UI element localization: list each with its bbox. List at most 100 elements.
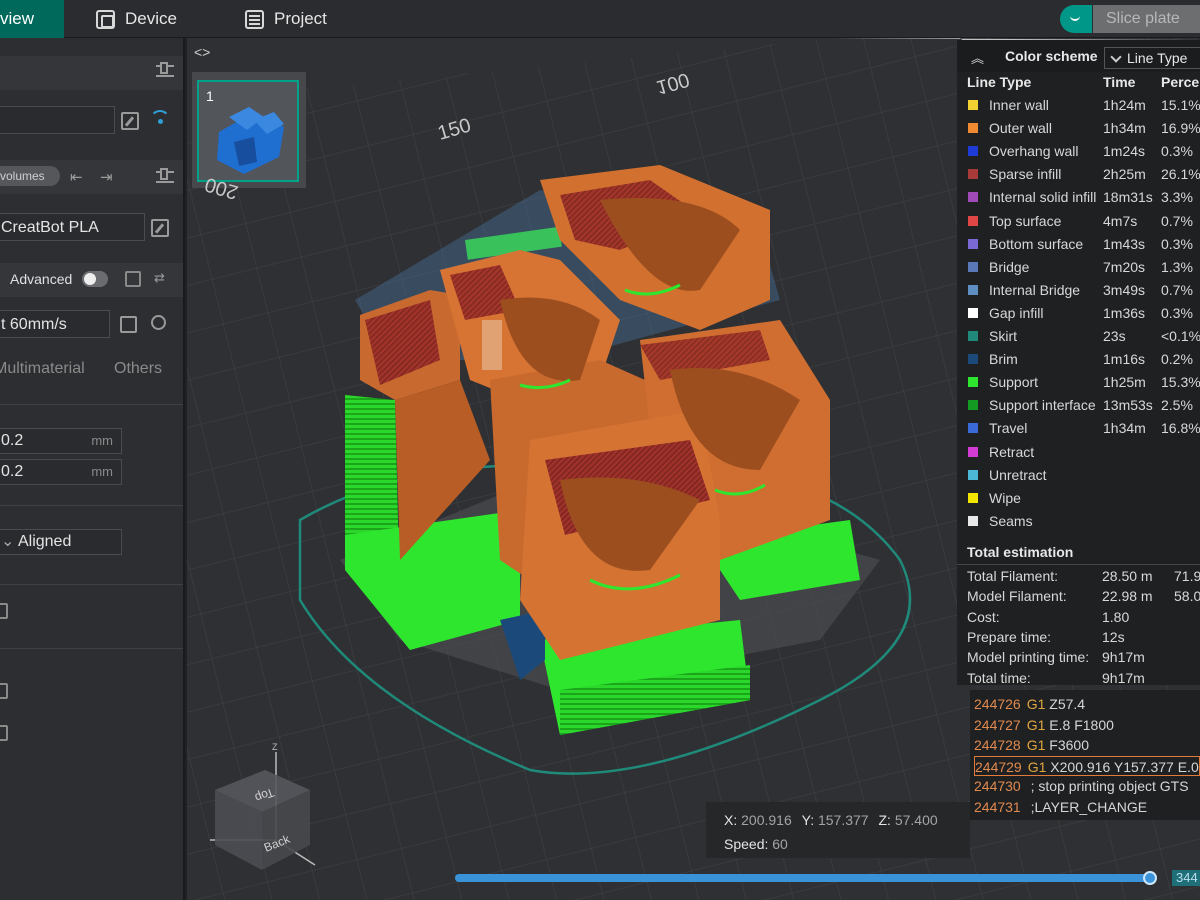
legend-row[interactable]: Unretract <box>957 464 1200 487</box>
split-left-icon[interactable]: ⇤ <box>70 168 83 186</box>
process-preset-select[interactable]: t 60mm/s <box>0 310 110 338</box>
legend-line-type: Support <box>989 374 1039 391</box>
gcode-line-current[interactable]: 244729 G1 X200.916 Y157.377 E.0 <box>974 755 1200 776</box>
estimation-value: 22.98 m <box>1102 588 1153 605</box>
legend-row[interactable]: Inner wall 1h24m 15.1% <box>957 94 1200 117</box>
tab-multimaterial[interactable]: Multimaterial <box>0 360 85 378</box>
legend-line-type: Internal Bridge <box>989 281 1081 298</box>
move-slider-handle[interactable] <box>1142 871 1157 885</box>
seam-position-value: Aligned <box>17 533 72 550</box>
col-time: Time <box>1103 74 1136 90</box>
legend-row[interactable]: Retract <box>957 441 1200 464</box>
advanced-toggle[interactable] <box>82 271 108 287</box>
legend-row[interactable]: Wipe <box>957 487 1200 510</box>
legend-row[interactable]: Travel 1h34m 16.8% <box>957 417 1200 440</box>
estimation-value: 9h17m <box>1102 649 1145 666</box>
edit-filament-icon[interactable] <box>151 219 169 237</box>
gcode-command: G1 <box>1026 696 1046 712</box>
legend-swatch <box>968 261 978 272</box>
legend-row[interactable]: Bridge 7m20s 1.3% <box>957 256 1200 279</box>
tab-others[interactable]: Others <box>114 360 162 378</box>
layer-height-input[interactable]: 0.2 mm <box>0 428 122 454</box>
gcode-params: F3600 <box>1045 737 1089 753</box>
save-icon[interactable] <box>120 316 137 333</box>
legend-row[interactable]: Internal solid infill 18m31s 3.3% <box>957 186 1200 209</box>
legend-row[interactable]: Sparse infill 2h25m 26.1% <box>957 163 1200 186</box>
compare-icon[interactable]: ⇄ <box>154 270 165 286</box>
gcode-line[interactable]: 244726 G1 Z57.4 <box>974 694 1200 714</box>
legend-line-type: Overhang wall <box>989 143 1079 160</box>
tab-device[interactable]: Device <box>96 0 177 38</box>
gcode-line[interactable]: 244727 G1 E.8 F1800 <box>974 715 1200 735</box>
estimation-value: 12s <box>1102 628 1125 645</box>
legend-swatch <box>968 169 978 180</box>
legend-row[interactable]: Brim 1m16s 0.2% <box>957 348 1200 371</box>
gcode-line[interactable]: 244728 G1 F3600 <box>974 735 1200 755</box>
legend-swatch <box>968 400 978 411</box>
legend-row[interactable]: Support 1h25m 15.3% <box>957 371 1200 394</box>
estimation-value: 28.50 m <box>1102 568 1153 584</box>
legend-panel: ︽ Color scheme Line Type Line Type Time … <box>957 40 1200 686</box>
legend-line-type: Inner wall <box>989 97 1049 113</box>
slice-dropdown-toggle[interactable] <box>1060 5 1092 33</box>
volumes-toggle[interactable]: volumes <box>0 166 60 186</box>
tab-project[interactable]: Project <box>245 0 327 38</box>
legend-row[interactable]: Overhang wall 1m24s 0.3% <box>957 140 1200 163</box>
filament-select[interactable]: CreatBot PLA <box>0 213 145 241</box>
gcode-line[interactable]: 244730 ; stop printing object GTS <box>974 776 1200 796</box>
legend-percent: 0.3% <box>1161 143 1193 160</box>
legend-line-type: Seams <box>989 512 1033 529</box>
option-checkbox[interactable] <box>0 683 8 699</box>
option-checkbox[interactable] <box>0 725 8 741</box>
legend-row[interactable]: Gap infill 1m36s 0.3% <box>957 302 1200 325</box>
move-slider-fill <box>455 874 1150 882</box>
legend-swatch <box>968 215 978 226</box>
compare-checkbox[interactable] <box>125 271 141 287</box>
x-label: X: <box>724 812 738 828</box>
divider <box>0 404 183 405</box>
color-scheme-label: Color scheme <box>1005 48 1098 64</box>
wifi-icon[interactable] <box>150 110 170 130</box>
tab-project-label: Project <box>274 9 327 28</box>
legend-time: 1m24s <box>1103 143 1146 160</box>
legend-percent: 0.7% <box>1161 212 1193 229</box>
collapse-legend-icon[interactable]: ︽ <box>971 48 984 67</box>
slice-plate-button[interactable]: Slice plate <box>1093 5 1200 33</box>
estimation-label: Cost: <box>967 608 1000 625</box>
legend-time: 1m16s <box>1103 351 1146 368</box>
color-scheme-select[interactable]: Line Type <box>1104 47 1200 69</box>
legend-time: 4m7s <box>1103 212 1138 229</box>
speed-label: Speed: <box>724 836 769 852</box>
legend-time: 7m20s <box>1103 258 1146 275</box>
legend-row[interactable]: Top surface 4m7s 0.7% <box>957 210 1200 233</box>
tab-preview[interactable]: view <box>0 0 64 38</box>
split-right-icon[interactable]: ⇥ <box>100 168 113 186</box>
legend-row[interactable]: Internal Bridge 3m49s 0.7% <box>957 279 1200 302</box>
first-layer-height-input[interactable]: 0.2 mm <box>0 459 122 485</box>
option-checkbox[interactable] <box>0 603 8 619</box>
first-layer-height-value: 0.2 <box>1 463 24 480</box>
legend-header: ︽ Color scheme Line Type <box>957 40 1200 72</box>
search-icon[interactable] <box>151 315 166 330</box>
gcode-params: ; stop printing object GTS <box>1026 778 1189 794</box>
legend-row[interactable]: Seams <box>957 510 1200 533</box>
legend-row[interactable]: Skirt 23s <0.1% <box>957 325 1200 348</box>
legend-row[interactable]: Outer wall 1h34m 16.9% <box>957 117 1200 140</box>
seam-position-select[interactable]: ⌄ Aligned <box>0 529 122 555</box>
legend-time: 1h24m <box>1103 97 1146 113</box>
legend-percent: 26.1% <box>1161 166 1200 183</box>
move-slider[interactable] <box>455 871 1157 885</box>
process-header: Advanced ⇄ <box>0 263 183 297</box>
gcode-line[interactable]: 244731 ;LAYER_CHANGE <box>974 797 1200 817</box>
filament-tune-icon[interactable] <box>156 168 174 183</box>
printer-header <box>0 56 183 90</box>
legend-row[interactable]: Support interface 13m53s 2.5% <box>957 394 1200 417</box>
project-icon <box>245 9 264 29</box>
printer-select[interactable] <box>0 106 115 134</box>
unit-label: mm <box>91 464 113 479</box>
tune-icon[interactable] <box>156 62 174 77</box>
legend-row[interactable]: Bottom surface 1m43s 0.3% <box>957 233 1200 256</box>
edit-printer-icon[interactable] <box>121 112 139 130</box>
device-icon <box>96 9 115 29</box>
collapse-plates-icon[interactable]: <> <box>194 44 210 60</box>
